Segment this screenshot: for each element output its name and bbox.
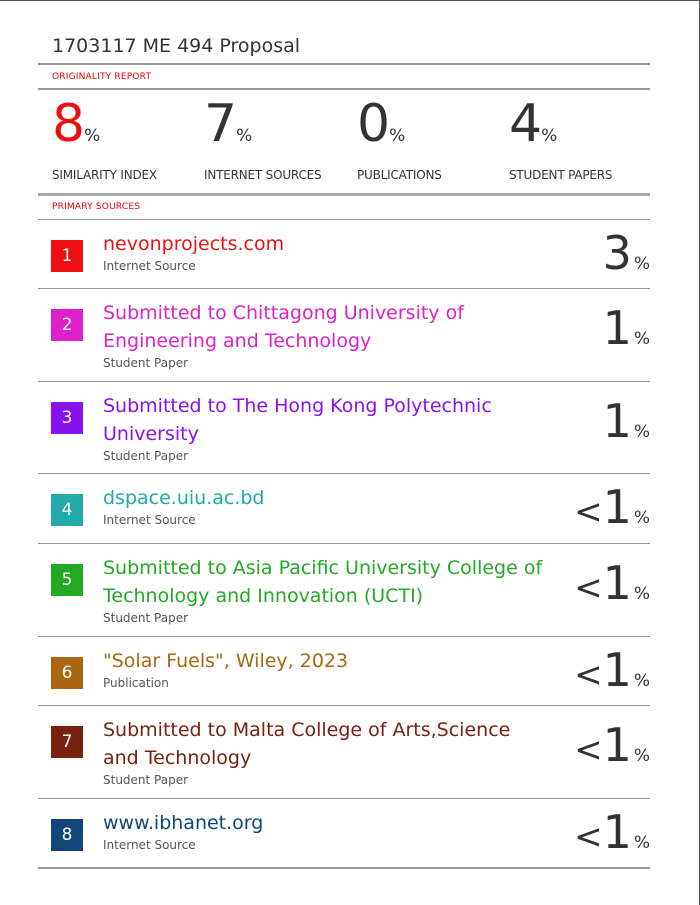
- match-value: 1: [602, 643, 632, 697]
- source-title[interactable]: dspace.uiu.ac.bd: [103, 484, 533, 512]
- source-row: 5 Submitted to Asia Pacific University Co…: [38, 544, 650, 637]
- source-rank-badge: 2: [51, 309, 83, 341]
- percent-sign: %: [236, 126, 253, 146]
- source-match-percent: <1%: [530, 722, 650, 770]
- match-value: 1: [602, 718, 632, 772]
- similarity-index-stat: 8% SIMILARITY INDEX: [52, 98, 202, 182]
- top-border: [0, 0, 700, 1]
- divider: [38, 867, 650, 869]
- source-row: 4 dspace.uiu.ac.bd Internet Source <1%: [38, 474, 650, 544]
- source-title[interactable]: Submitted to Chittagong University of Eng…: [103, 299, 533, 355]
- similarity-index-value: 8: [52, 94, 85, 154]
- match-value: 1: [602, 394, 632, 448]
- match-value: 3: [602, 226, 632, 280]
- divider: [38, 63, 650, 65]
- source-type: Internet Source: [103, 513, 196, 527]
- source-title-line: nevonprojects.com: [103, 233, 285, 255]
- source-row: 7 Submitted to Malta College of Arts,Scie…: [38, 706, 650, 799]
- source-title[interactable]: Submitted to The Hong Kong Polytechnic Un…: [103, 392, 533, 448]
- source-row: 1 nevonprojects.com Internet Source 3%: [38, 220, 650, 289]
- match-value: 1: [602, 805, 632, 859]
- source-title-line: www.ibhanet.org: [103, 812, 264, 834]
- source-rank-badge: 5: [51, 564, 83, 596]
- source-rank-badge: 7: [51, 726, 83, 758]
- source-title-line: and Technology: [103, 747, 252, 769]
- source-title-line: University: [103, 423, 199, 445]
- match-value: 1: [602, 556, 632, 610]
- primary-sources-label: PRIMARY SOURCES: [52, 202, 141, 212]
- internet-sources-label: INTERNET SOURCES: [204, 168, 322, 182]
- internet-sources-value: 7: [204, 94, 237, 154]
- publications-label: PUBLICATIONS: [357, 168, 442, 182]
- source-title[interactable]: Submitted to Malta College of Arts,Scien…: [103, 716, 533, 772]
- source-type: Internet Source: [103, 838, 196, 852]
- source-title-line: "Solar Fuels", Wiley, 2023: [103, 650, 349, 672]
- student-papers-value: 4: [509, 94, 542, 154]
- source-row: 8 www.ibhanet.org Internet Source <1%: [38, 799, 650, 869]
- source-type: Internet Source: [103, 259, 196, 273]
- source-row: 2 Submitted to Chittagong University of En…: [38, 289, 650, 382]
- source-title[interactable]: www.ibhanet.org: [103, 809, 533, 837]
- source-title-line: Engineering and Technology: [103, 330, 372, 352]
- source-match-percent: 3%: [530, 230, 650, 276]
- percent-sign: %: [633, 422, 650, 442]
- source-rank-badge: 4: [51, 494, 83, 526]
- publications-value: 0: [357, 94, 390, 154]
- source-type: Student Paper: [103, 449, 189, 463]
- source-match-percent: 1%: [530, 398, 650, 444]
- percent-sign: %: [84, 126, 101, 146]
- source-rank-badge: 3: [51, 402, 83, 434]
- source-title-line: Submitted to Malta College of Arts,Scien…: [103, 719, 511, 741]
- source-match-percent: 1%: [530, 305, 650, 351]
- originality-report-label: ORIGINALITY REPORT: [52, 72, 152, 82]
- source-match-percent: <1%: [530, 560, 650, 608]
- less-than-sign: <: [574, 730, 603, 770]
- match-value: 1: [602, 480, 632, 534]
- source-title-line: Submitted to The Hong Kong Polytechnic: [103, 395, 492, 417]
- percent-sign: %: [633, 671, 650, 691]
- source-row: 6 "Solar Fuels", Wiley, 2023 Publication <1…: [38, 637, 650, 706]
- percent-sign: %: [633, 254, 650, 274]
- source-type: Publication: [103, 676, 169, 690]
- divider: [38, 88, 650, 90]
- percent-sign: %: [389, 126, 406, 146]
- percent-sign: %: [633, 746, 650, 766]
- source-match-percent: <1%: [530, 809, 650, 857]
- divider: [38, 193, 650, 196]
- less-than-sign: <: [574, 568, 603, 608]
- internet-sources-stat: 7% INTERNET SOURCES: [204, 98, 354, 182]
- percent-sign: %: [633, 508, 650, 528]
- percent-sign: %: [633, 833, 650, 853]
- source-match-percent: <1%: [530, 647, 650, 695]
- student-papers-stat: 4% STUDENT PAPERS: [509, 98, 659, 182]
- document-title: 1703117 ME 494 Proposal: [52, 35, 301, 57]
- source-title[interactable]: "Solar Fuels", Wiley, 2023: [103, 647, 533, 675]
- publications-stat: 0% PUBLICATIONS: [357, 98, 507, 182]
- less-than-sign: <: [574, 817, 603, 857]
- source-title-line: Submitted to Chittagong University of: [103, 302, 464, 324]
- similarity-index-label: SIMILARITY INDEX: [52, 168, 157, 182]
- source-row: 3 Submitted to The Hong Kong Polytechnic U…: [38, 382, 650, 474]
- source-type: Student Paper: [103, 773, 189, 787]
- source-match-percent: <1%: [530, 484, 650, 532]
- percent-sign: %: [633, 584, 650, 604]
- source-rank-badge: 8: [51, 819, 83, 851]
- less-than-sign: <: [574, 492, 603, 532]
- source-rank-badge: 6: [51, 657, 83, 689]
- less-than-sign: <: [574, 655, 603, 695]
- percent-sign: %: [633, 329, 650, 349]
- source-title[interactable]: Submitted to Asia Pacific University Col…: [103, 554, 543, 610]
- percent-sign: %: [541, 126, 558, 146]
- source-title-line: dspace.uiu.ac.bd: [103, 487, 265, 509]
- student-papers-label: STUDENT PAPERS: [509, 168, 613, 182]
- source-title-line: Submitted to Asia Pacific University Col…: [103, 557, 543, 579]
- match-value: 1: [602, 301, 632, 355]
- source-title[interactable]: nevonprojects.com: [103, 230, 533, 258]
- source-type: Student Paper: [103, 356, 189, 370]
- source-type: Student Paper: [103, 611, 189, 625]
- source-title-line: Technology and Innovation (UCTI): [103, 585, 424, 607]
- source-rank-badge: 1: [51, 240, 83, 272]
